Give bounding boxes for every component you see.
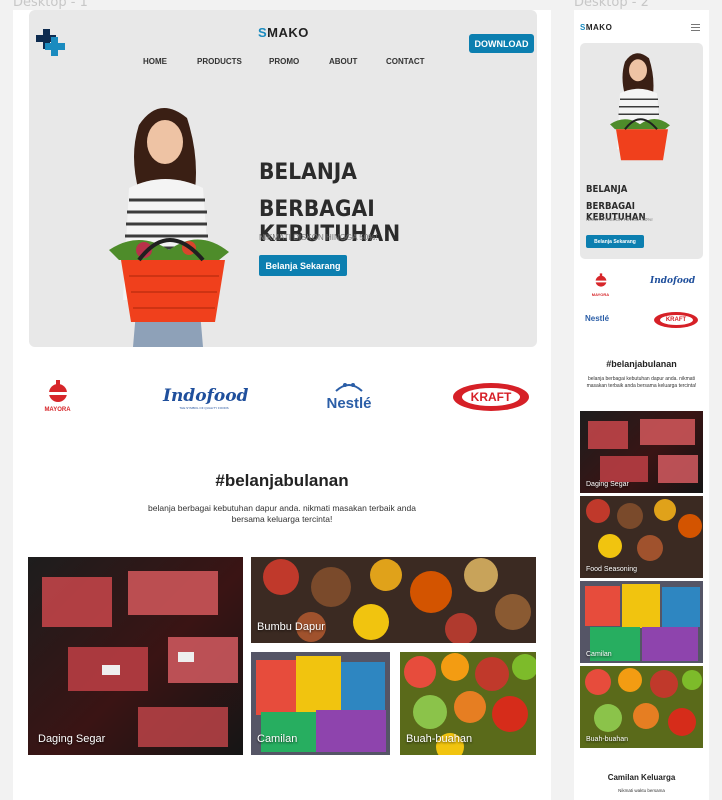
family-snacks-title: Camilan Keluarga — [607, 773, 676, 782]
nestle-logo[interactable]: Nestlé — [321, 379, 377, 412]
download-button[interactable]: DOWNLOAD — [469, 34, 534, 53]
kraft-text: KRAFT — [470, 390, 512, 404]
frame-label-desktop-1: Desktop - 1 — [13, 0, 88, 10]
indofood-logo[interactable]: Indofood THE SYMBOL OF QUALITY FOODS — [163, 386, 249, 410]
mayora-logo[interactable]: MAYORA — [40, 380, 75, 413]
nav-contact[interactable]: CONTACT — [386, 57, 425, 66]
hero-banner-mobile: BELANJA BERBAGAI KEBUTUHAN NIKMATI DISKO… — [580, 43, 703, 259]
hero-subtitle: NIKMATI DISKON HINGGA 50%! — [259, 233, 378, 242]
section-title: #belanjabulanan — [215, 471, 349, 490]
section-title: #belanjabulanan — [606, 359, 677, 369]
nav-products[interactable]: PRODUCTS — [197, 57, 269, 66]
brand-name: MAKO — [267, 25, 309, 40]
category-tile-buah-buahan[interactable]: Buah-buahan — [580, 666, 703, 748]
mayora-text: MAYORA — [591, 292, 610, 297]
hero-woman-image — [109, 108, 229, 347]
category-tile-camilan[interactable]: Camilan — [580, 581, 703, 663]
meat-image — [42, 571, 238, 747]
hero-subtitle: NIKMATI DISKON HINGGA 50%! — [586, 217, 653, 222]
hero-headline-line1: BELANJA — [259, 160, 357, 185]
tile-caption: Buah-buahan — [586, 736, 629, 743]
indofood-logo[interactable]: Indofood — [650, 276, 695, 286]
hero-woman-image — [610, 53, 670, 161]
category-tile-daging-segar[interactable]: Daging Segar — [28, 557, 243, 755]
hamburger-menu-icon[interactable] — [691, 24, 700, 31]
brand-prefix: S — [258, 25, 268, 40]
nav-about[interactable]: ABOUT — [329, 57, 386, 66]
mayora-logo[interactable]: MAYORA — [588, 273, 613, 297]
tile-caption: Camilan — [586, 651, 612, 658]
tile-caption: Bumbu Dapur — [257, 621, 325, 633]
tile-caption: Daging Segar — [38, 733, 106, 745]
nav-home[interactable]: HOME — [143, 57, 197, 66]
desktop-1-frame: SMAKO HOME PRODUCTS PROMO ABOUT CONTACT … — [13, 10, 551, 800]
mayora-emblem-icon — [45, 380, 70, 402]
nav-promo[interactable]: PROMO — [269, 57, 329, 66]
category-tile-daging-segar[interactable]: Daging Segar — [580, 411, 703, 493]
brand-name: MAKO — [585, 23, 613, 32]
category-tile-bumbu-dapur[interactable]: Bumbu Dapur — [251, 557, 536, 643]
mayora-emblem-icon — [593, 273, 608, 287]
tile-caption: Camilan — [257, 733, 298, 745]
section-description: belanja berbagai kebutuhan dapur anda. n… — [586, 376, 697, 389]
category-tile-buah-buahan[interactable]: Buah-buahan — [400, 652, 536, 755]
shop-now-button[interactable]: Belanja Sekarang — [259, 255, 347, 276]
indofood-tagline: THE SYMBOL OF QUALITY FOODS — [179, 406, 229, 410]
kraft-text: KRAFT — [665, 317, 687, 323]
logo-cross-icon[interactable] — [36, 27, 66, 57]
hero-banner: SMAKO HOME PRODUCTS PROMO ABOUT CONTACT … — [29, 10, 537, 347]
kraft-logo[interactable]: KRAFT — [654, 312, 698, 328]
indofood-text: Indofood — [163, 386, 249, 406]
tile-caption: Food Seasoning — [586, 566, 637, 573]
category-tile-camilan[interactable]: Camilan — [251, 652, 390, 755]
tile-caption: Buah-buahan — [406, 733, 473, 745]
brand-logo[interactable]: SMAKO — [258, 25, 309, 40]
kraft-logo[interactable]: KRAFT — [453, 383, 529, 411]
hero-headline-line1: BELANJA — [586, 184, 628, 195]
main-nav: HOME PRODUCTS PROMO ABOUT CONTACT — [143, 57, 425, 66]
family-snacks-desc: Nikmati waktu bersama — [618, 788, 665, 793]
frame-label-desktop-2: Desktop - 2 — [574, 0, 649, 10]
nestle-nest-icon — [335, 383, 363, 392]
section-description: belanja berbagai kebutuhan dapur anda. n… — [148, 503, 416, 524]
brand-logo-mobile[interactable]: SMAKO — [580, 23, 612, 32]
category-tile-food-seasoning[interactable]: Food Seasoning — [580, 496, 703, 578]
shop-now-button[interactable]: Belanja Sekarang — [586, 235, 644, 248]
desktop-2-frame: SMAKO BELANJA BERBAGAI KEBUTUHAN NIKMATI… — [574, 10, 709, 800]
nestle-logo[interactable]: Nestlé — [585, 314, 609, 323]
nestle-text: Nestlé — [326, 395, 372, 412]
tile-caption: Daging Segar — [586, 481, 629, 488]
mayora-text: MAYORA — [44, 407, 71, 413]
